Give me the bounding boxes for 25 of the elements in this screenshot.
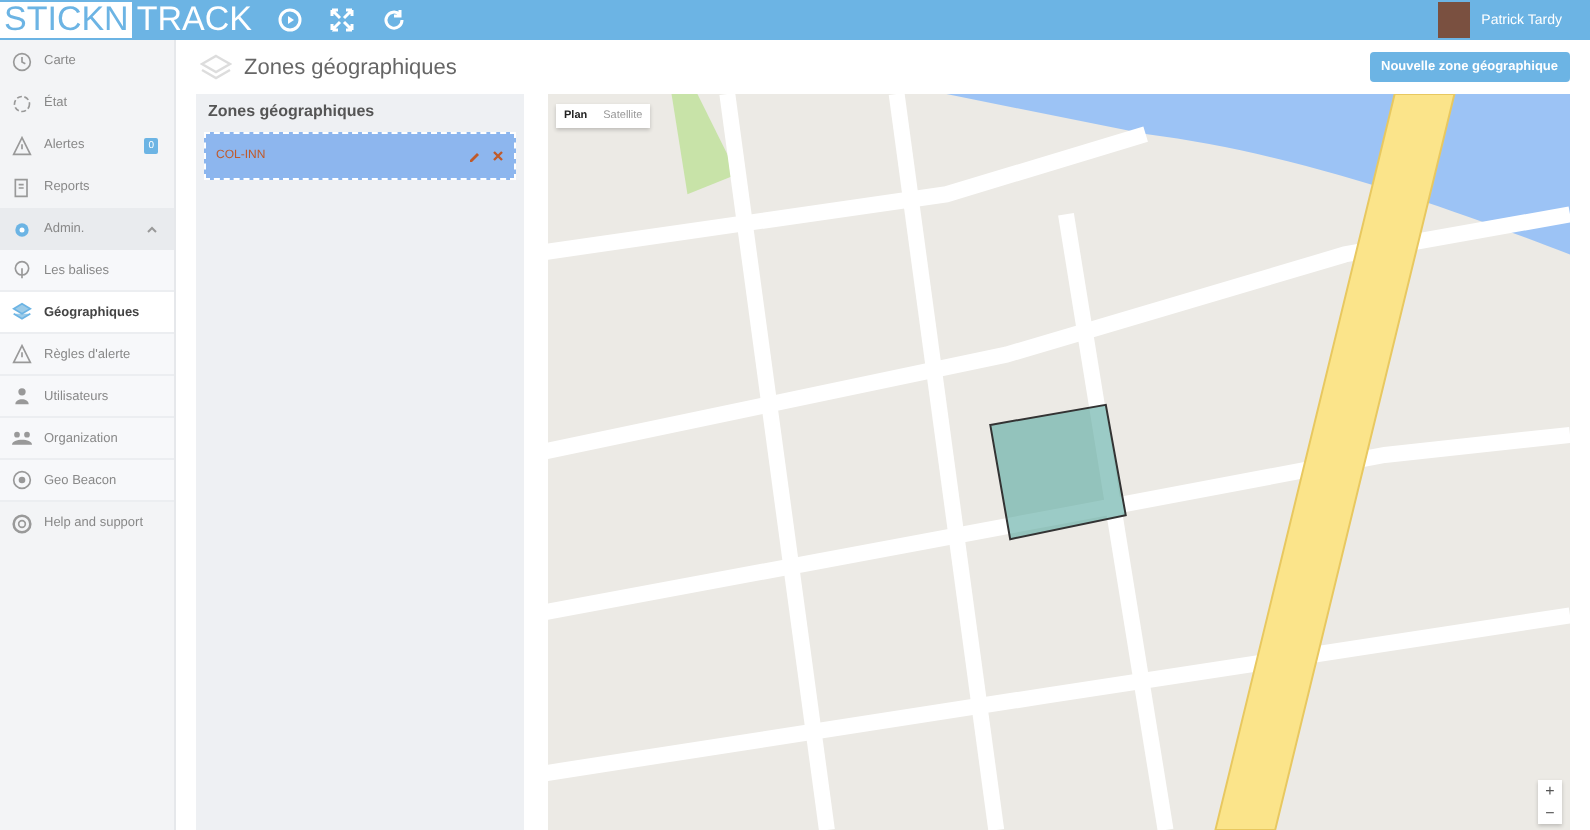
logo-text: STICKN — [0, 2, 133, 38]
refresh-icon[interactable] — [381, 8, 406, 32]
warning-icon — [12, 344, 32, 364]
expand-icon[interactable] — [329, 8, 354, 32]
beacon-icon — [12, 260, 32, 280]
target-icon — [12, 470, 32, 490]
zoom-out-button[interactable]: − — [1538, 802, 1562, 824]
clock-icon — [12, 51, 32, 71]
settings-icon — [12, 219, 32, 239]
layers-icon — [200, 51, 232, 83]
report-icon — [12, 177, 32, 197]
layers-icon — [12, 302, 32, 322]
panel-title: Zones géographiques — [206, 102, 377, 124]
page-title: Zones géographiques — [244, 55, 459, 79]
play-icon[interactable] — [277, 8, 302, 32]
edit-icon[interactable] — [468, 150, 480, 162]
avatar-placeholder — [1437, 2, 1470, 38]
help-icon — [12, 513, 32, 533]
warning-icon — [12, 135, 32, 155]
logo-text: TRACK — [134, 0, 254, 40]
zoom-in-button[interactable]: + — [1538, 780, 1562, 802]
group-icon — [12, 428, 32, 448]
delete-icon[interactable] — [492, 150, 504, 162]
spinner-icon — [12, 93, 32, 113]
user-icon — [12, 386, 32, 406]
